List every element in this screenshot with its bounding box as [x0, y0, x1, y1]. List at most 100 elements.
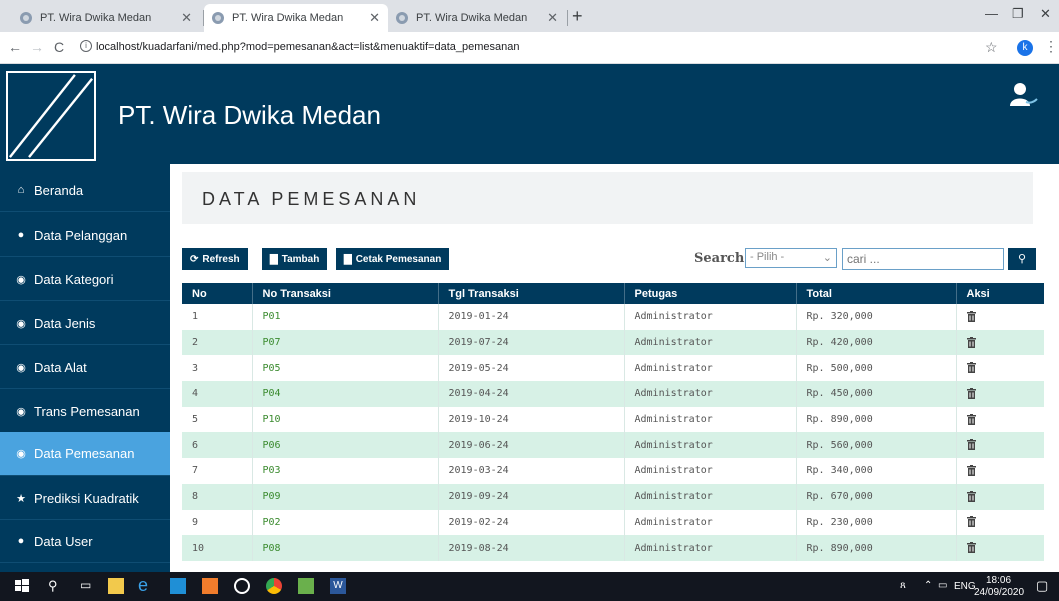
page-title: DATA PEMESANAN	[202, 189, 421, 209]
search-field-select[interactable]: - Pilih - ⌄	[745, 248, 837, 268]
sidebar-item-trans-pemesanan[interactable]: ◉ Trans Pemesanan	[0, 390, 170, 433]
cell-actions	[956, 329, 1044, 356]
favicon-icon	[212, 12, 224, 24]
refresh-button[interactable]: ⟳ Refresh	[182, 248, 248, 270]
xampp-icon[interactable]	[202, 578, 218, 594]
trash-icon[interactable]	[966, 413, 976, 425]
cell-transaction-number[interactable]: P10	[252, 406, 439, 433]
word-icon[interactable]: W	[330, 578, 346, 594]
sidebar-item-label: Prediksi Kuadratik	[34, 490, 139, 506]
sidebar-item-label: Data Jenis	[34, 315, 96, 331]
cell-officer: Administrator	[624, 329, 797, 356]
tab-title: PT. Wira Dwika Medan	[40, 12, 152, 24]
browser-tab-2[interactable]: PT. Wira Dwika Medan ✕	[204, 4, 388, 32]
dashboard-icon: ◉	[16, 317, 26, 330]
obs-icon[interactable]	[234, 578, 250, 594]
column-header: Aksi	[956, 283, 1044, 304]
close-tab-icon[interactable]: ✕	[369, 10, 380, 26]
profile-avatar[interactable]: k	[1017, 40, 1033, 56]
cell-transaction-date: 2019-08-24	[438, 535, 625, 561]
cell-actions	[956, 406, 1044, 433]
trash-icon[interactable]	[966, 310, 976, 322]
back-icon[interactable]: ←	[8, 39, 22, 55]
user-account-icon[interactable]	[1010, 82, 1038, 106]
clock-date[interactable]: 24/09/2020	[974, 587, 1024, 598]
sidebar-item-label: Data User	[34, 533, 93, 549]
task-view-icon[interactable]: ▭	[80, 578, 91, 592]
cell-transaction-number[interactable]: P03	[252, 458, 439, 484]
cell-officer: Administrator	[624, 509, 797, 536]
sidebar-item-data-user[interactable]: ● Data User	[0, 520, 170, 563]
cell-transaction-number[interactable]: P08	[252, 535, 439, 561]
url-field[interactable]: localhost/kuadarfani/med.php?mod=pemesan…	[96, 41, 519, 53]
add-button[interactable]: ▇ Tambah	[262, 248, 328, 270]
page-title-panel: DATA PEMESANAN	[182, 172, 1033, 224]
trash-icon[interactable]	[966, 490, 976, 502]
network-icon[interactable]: ▭	[938, 580, 947, 591]
sidebar-item-data-alat[interactable]: ◉ Data Alat	[0, 346, 170, 389]
restore-icon[interactable]: ❐	[1012, 6, 1024, 22]
table-row: 5 P10 2019-10-24 Administrator Rp. 890,000	[182, 406, 1044, 433]
cell-transaction-number[interactable]: P07	[252, 329, 439, 356]
new-tab-icon[interactable]: +	[572, 6, 583, 27]
cell-transaction-number[interactable]: P01	[252, 304, 439, 330]
dashboard-icon: ◉	[16, 448, 26, 460]
sidebar-item-data-jenis[interactable]: ◉ Data Jenis	[0, 302, 170, 345]
app-header: PT. Wira Dwika Medan	[0, 64, 1059, 164]
cell-no: 5	[182, 406, 253, 433]
cell-transaction-number[interactable]: P09	[252, 483, 439, 510]
reload-icon[interactable]: C	[54, 39, 64, 55]
window-close-icon[interactable]: ✕	[1040, 6, 1051, 22]
print-orders-button[interactable]: ▇ Cetak Pemesanan	[336, 248, 450, 270]
trash-icon[interactable]	[966, 336, 976, 348]
cell-transaction-number[interactable]: P02	[252, 509, 439, 536]
cell-transaction-number[interactable]: P06	[252, 432, 439, 459]
browser-tab-1[interactable]: PT. Wira Dwika Medan ✕	[12, 4, 200, 32]
browser-tab-3[interactable]: PT. Wira Dwika Medan ✕	[388, 4, 566, 32]
cell-transaction-number[interactable]: P05	[252, 355, 439, 382]
mail-icon[interactable]	[170, 578, 186, 594]
trash-icon[interactable]	[966, 387, 976, 399]
close-tab-icon[interactable]: ✕	[547, 10, 558, 26]
windows-start-icon[interactable]	[14, 578, 30, 594]
trash-icon[interactable]	[966, 516, 976, 528]
cell-transaction-number[interactable]: P04	[252, 381, 439, 407]
sidebar-item-data-pemesanan[interactable]: ◉ Data Pemesanan	[0, 432, 170, 476]
tray-expand-icon[interactable]: ⌃	[924, 580, 932, 591]
search-button[interactable]: ⚲	[1008, 248, 1036, 270]
minimize-icon[interactable]: —	[985, 6, 998, 21]
trash-icon[interactable]	[966, 464, 976, 476]
cell-total: Rp. 230,000	[796, 509, 957, 536]
notification-icon[interactable]: ▢	[1036, 578, 1048, 594]
trash-icon[interactable]	[966, 362, 976, 374]
orders-table: No No Transaksi Tgl Transaksi Petugas To…	[182, 283, 1044, 561]
app-title: PT. Wira Dwika Medan	[118, 100, 381, 130]
people-icon[interactable]: ጸ	[900, 580, 906, 591]
edge-icon[interactable]: e	[138, 575, 148, 596]
sidebar-item-data-kategori[interactable]: ◉ Data Kategori	[0, 258, 170, 301]
trash-icon[interactable]	[966, 439, 976, 451]
cell-actions	[956, 483, 1044, 510]
close-tab-icon[interactable]: ✕	[181, 10, 192, 26]
browser-menu-icon[interactable]: ⋮	[1044, 38, 1058, 55]
bookmark-star-icon[interactable]: ☆	[985, 39, 998, 56]
forward-icon[interactable]: →	[30, 39, 44, 55]
sidebar-item-beranda[interactable]: ⌂ Beranda	[0, 169, 170, 212]
language-indicator[interactable]: ENG	[954, 581, 976, 592]
cell-transaction-date: 2019-10-24	[438, 406, 625, 433]
sidebar-item-prediksi-kuadratik[interactable]: ★ Prediksi Kuadratik	[0, 477, 170, 520]
file-explorer-icon[interactable]	[108, 578, 124, 594]
sidebar-item-data-pelanggan[interactable]: ● Data Pelanggan	[0, 214, 170, 257]
info-icon[interactable]: i	[80, 40, 92, 52]
main-content: DATA PEMESANAN ⟳ Refresh ▇ Tambah ▇ Ceta…	[170, 164, 1059, 572]
notepad-icon[interactable]	[298, 578, 314, 594]
trash-icon[interactable]	[966, 542, 976, 554]
cell-actions	[956, 509, 1044, 536]
search-icon[interactable]: ⚲	[48, 578, 58, 594]
print-label: Cetak Pemesanan	[355, 253, 442, 265]
search-input[interactable]	[842, 248, 1004, 270]
chrome-icon[interactable]	[266, 578, 282, 594]
cell-no: 6	[182, 432, 253, 459]
clock-time[interactable]: 18:06	[986, 575, 1011, 586]
windows-taskbar: ⚲ ▭ e W ጸ ⌃ ▭ ENG 18:06 24/09/2020 ▢	[0, 572, 1059, 601]
